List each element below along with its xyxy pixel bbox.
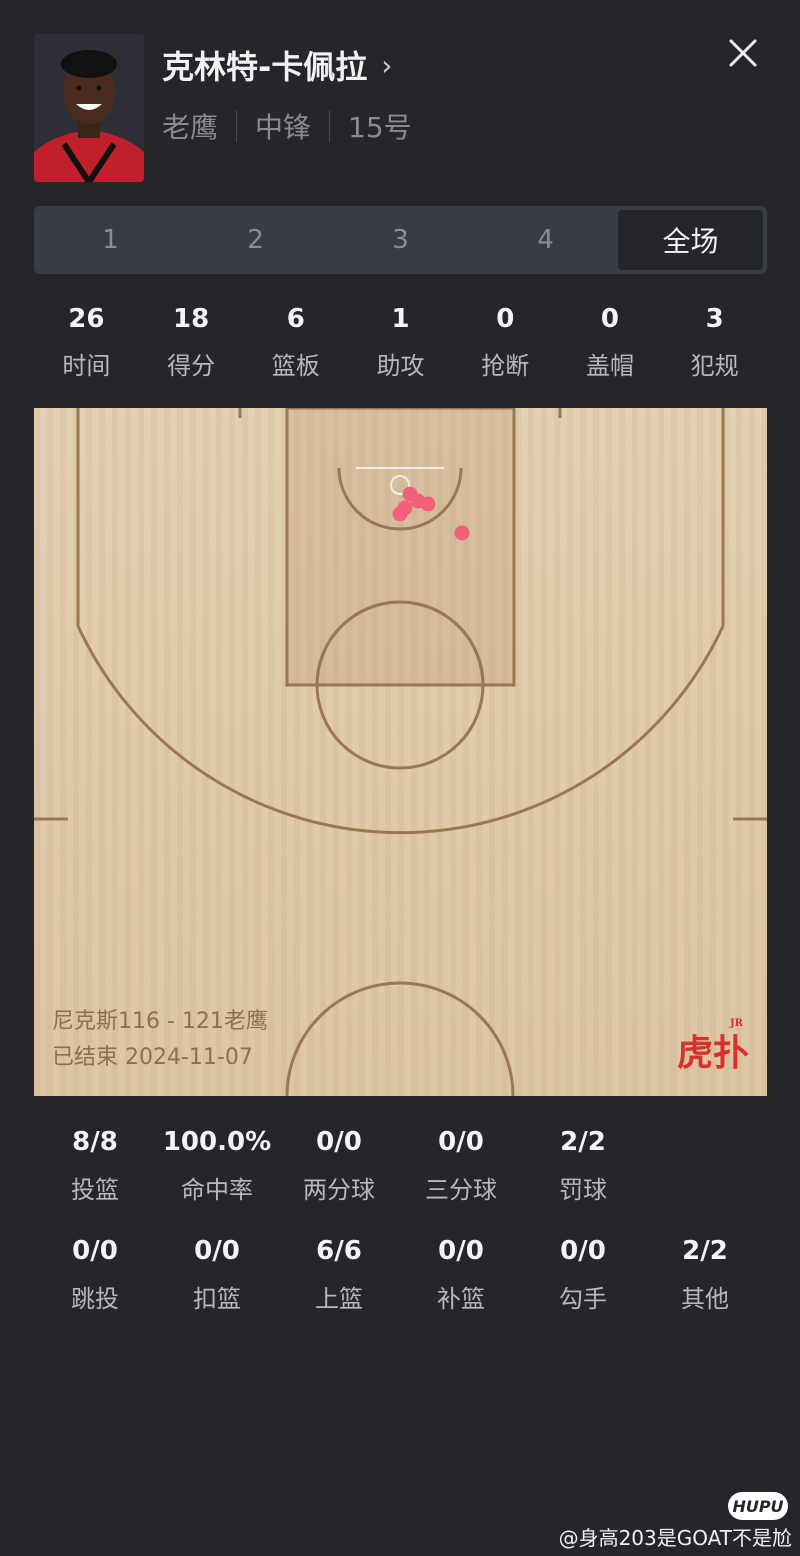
stat-value: 1 (391, 304, 410, 334)
stat-rebounds: 6 篮板 (243, 300, 348, 381)
stat-label: 盖帽 (585, 352, 634, 380)
stat-steals: 0 抢断 (453, 300, 558, 381)
player-meta: 老鹰 中锋 15号 (162, 106, 412, 146)
stat-value: 6 (286, 304, 305, 334)
shot-stat-fg-pct: 100.0% 命中率 (156, 1124, 278, 1205)
player-name: 克林特-卡佩拉 (162, 48, 368, 86)
shot-stat-label: 勾手 (559, 1285, 607, 1313)
player-name-link[interactable]: 克林特-卡佩拉 › (162, 42, 393, 88)
made-shot-marker (420, 496, 436, 512)
shot-stat-label: 两分球 (303, 1176, 375, 1204)
tab-quarter-1[interactable]: 1 (38, 210, 183, 270)
shot-type-other: 2/2 其他 (644, 1233, 766, 1314)
shot-type-putback: 0/0 补篮 (400, 1233, 522, 1314)
stat-fouls: 3 犯规 (662, 300, 767, 381)
shot-stat-three-pt: 0/0 三分球 (400, 1124, 522, 1205)
player-position: 中锋 (255, 111, 312, 144)
player-number: 15号 (348, 111, 412, 144)
shot-type-dunk: 0/0 扣篮 (156, 1233, 278, 1314)
stat-assists: 1 助攻 (348, 300, 453, 381)
shot-stat-value: 2/2 (682, 1236, 728, 1266)
shot-stat-label: 扣篮 (193, 1285, 241, 1313)
shot-stat-label: 投篮 (71, 1176, 119, 1204)
stat-value: 26 (68, 304, 105, 334)
game-score: 尼克斯116 - 121老鹰 (52, 1009, 268, 1034)
shot-type-jumper: 0/0 跳投 (34, 1233, 156, 1314)
stat-points: 18 得分 (139, 300, 244, 381)
stat-blocks: 0 盖帽 (558, 300, 663, 381)
stat-label: 得分 (167, 352, 216, 380)
stat-value: 18 (172, 304, 210, 334)
shot-stat-label: 命中率 (181, 1176, 253, 1204)
shot-type-layup: 6/6 上篮 (278, 1233, 400, 1314)
tab-quarter-2[interactable]: 2 (183, 210, 328, 270)
shot-stat-label: 其他 (681, 1285, 729, 1313)
watermark: @身高203是GOAT不是尬 (558, 1526, 792, 1550)
tab-quarter-3[interactable]: 3 (328, 210, 473, 270)
logo-text: 虎扑 (676, 1032, 749, 1074)
stat-value: 0 (496, 304, 515, 334)
quarter-tabs: 1 2 3 4 全场 (34, 206, 767, 274)
shot-stat-value: 2/2 (560, 1127, 606, 1157)
basic-stats: 26 时间 18 得分 6 篮板 1 助攻 0 抢断 0 盖帽 3 犯规 (34, 300, 767, 381)
tab-full-game[interactable]: 全场 (618, 210, 763, 270)
stat-label: 犯规 (690, 352, 739, 380)
chevron-right-icon: › (381, 48, 393, 82)
shot-stat-value: 0/0 (560, 1236, 606, 1266)
stat-label: 抢断 (481, 352, 530, 380)
shot-stat-value: 100.0% (162, 1127, 272, 1157)
shot-stat-value: 6/6 (316, 1236, 362, 1266)
stat-minutes: 26 时间 (34, 300, 139, 381)
player-team: 老鹰 (162, 111, 219, 144)
made-shot-marker (392, 506, 408, 522)
game-info: 尼克斯116 - 121老鹰 已结束 2024-11-07 (52, 1004, 268, 1076)
player-photo (34, 34, 144, 182)
shot-stat-value: 0/0 (194, 1236, 240, 1266)
close-icon (729, 39, 757, 67)
shot-stat-label: 补篮 (437, 1285, 485, 1313)
shot-stat-two-pt: 0/0 两分球 (278, 1124, 400, 1205)
shot-stat-value: 0/0 (438, 1127, 484, 1157)
shot-stat-fg: 8/8 投篮 (34, 1124, 156, 1205)
shot-stat-label: 跳投 (71, 1285, 119, 1313)
player-avatar (34, 34, 144, 182)
shot-stat-value: 8/8 (72, 1127, 118, 1157)
shot-stat-label: 三分球 (425, 1176, 497, 1204)
divider (329, 110, 331, 142)
court-lines (34, 408, 767, 1096)
game-status: 已结束 2024-11-07 (52, 1045, 253, 1070)
tab-quarter-4[interactable]: 4 (473, 210, 618, 270)
shot-stat-label: 罚球 (559, 1176, 607, 1204)
shot-stat-free-throw: 2/2 罚球 (522, 1124, 644, 1205)
hupu-badge: HUPU (728, 1492, 788, 1520)
shot-type-hook: 0/0 勾手 (522, 1233, 644, 1314)
shot-stat-value: 0/0 (438, 1236, 484, 1266)
stat-value: 0 (600, 304, 619, 334)
made-shot-marker (454, 525, 470, 541)
logo-jr-badge: JR (729, 1018, 743, 1029)
stat-label: 助攻 (376, 352, 425, 380)
shot-chart-court: 尼克斯116 - 121老鹰 已结束 2024-11-07 虎扑 JR (34, 408, 767, 1096)
divider (236, 110, 238, 142)
shot-stat-value: 0/0 (316, 1127, 362, 1157)
shot-type-row: 0/0 跳投 0/0 扣篮 6/6 上篮 0/0 补篮 0/0 勾手 2/2 其… (34, 1233, 767, 1314)
stat-label: 篮板 (271, 352, 320, 380)
close-button[interactable] (726, 36, 760, 70)
shot-stat-label: 上篮 (315, 1285, 363, 1313)
hupu-logo: 虎扑 JR (676, 1018, 749, 1076)
stat-value: 3 (705, 304, 724, 334)
player-header: 克林特-卡佩拉 › 老鹰 中锋 15号 (0, 0, 800, 200)
stat-label: 时间 (62, 352, 111, 380)
shooting-stats-row: 8/8 投篮 100.0% 命中率 0/0 两分球 0/0 三分球 2/2 罚球 (34, 1124, 767, 1205)
shot-stat-value: 0/0 (72, 1236, 118, 1266)
